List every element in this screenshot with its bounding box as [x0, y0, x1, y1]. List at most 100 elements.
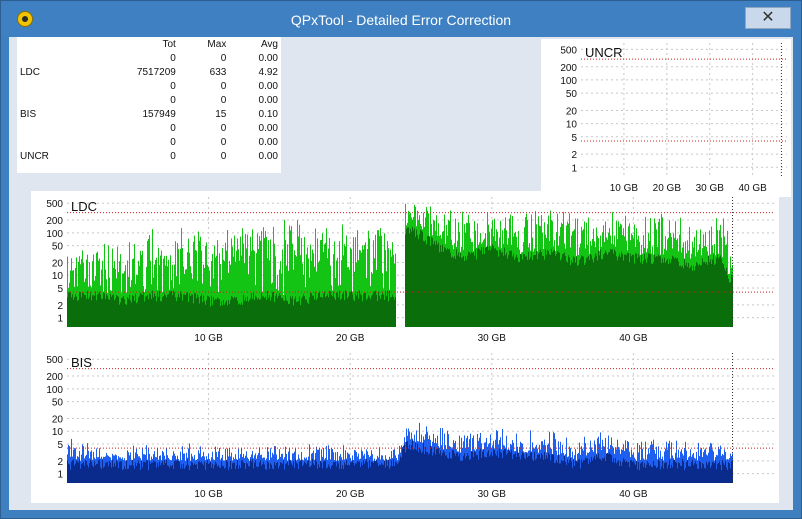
dark-bar [253, 468, 254, 483]
dark-bar [679, 463, 680, 483]
dark-bar [377, 300, 378, 327]
dark-bar [301, 298, 302, 327]
dark-bar [207, 459, 208, 483]
dark-bar [316, 461, 317, 483]
title-bar[interactable]: QPxTool - Detailed Error Correction ✕ [1, 1, 801, 37]
dark-bar [69, 292, 70, 327]
dark-bar [512, 459, 513, 483]
dark-bar [181, 464, 182, 483]
dark-bar [75, 463, 76, 483]
dark-bar [575, 262, 576, 327]
dark-bar [281, 298, 282, 327]
dark-bar [628, 462, 629, 483]
dark-bar [386, 460, 387, 483]
dark-bar [423, 240, 424, 327]
dark-bar [73, 459, 74, 483]
dark-bar [201, 294, 202, 327]
avg-value: 0.00 [258, 150, 278, 162]
dark-bar [366, 459, 367, 483]
dark-bar [166, 297, 167, 327]
dark-bar [322, 297, 323, 327]
dark-bar [693, 265, 694, 327]
dark-bar [684, 470, 685, 483]
dark-bar [329, 291, 330, 327]
dark-bar [587, 257, 588, 327]
dark-bar [659, 461, 660, 483]
dark-bar [701, 468, 702, 483]
dark-bar [186, 292, 187, 327]
dark-bar [567, 262, 568, 327]
dark-bar [641, 255, 642, 327]
dark-bar [444, 452, 445, 483]
dark-bar [500, 451, 501, 483]
dark-bar [645, 467, 646, 483]
dark-bar [441, 251, 442, 327]
dark-bar [526, 453, 527, 483]
dark-bar [696, 464, 697, 483]
dark-bar [229, 466, 230, 483]
dark-bar [362, 465, 363, 483]
dark-bar [242, 304, 243, 327]
dark-bar [481, 246, 482, 327]
dark-bar [632, 254, 633, 327]
row-label [17, 79, 88, 93]
dark-bar [407, 227, 408, 327]
dark-bar [108, 299, 109, 327]
dark-bar [67, 297, 68, 327]
dark-bar [441, 455, 442, 483]
dark-bar [98, 293, 99, 327]
dark-bar [260, 299, 261, 327]
dark-bar [514, 454, 515, 483]
dark-bar [677, 258, 678, 327]
dark-bar [539, 251, 540, 327]
dark-bar [722, 459, 723, 483]
dark-bar [674, 258, 675, 327]
dark-bar [161, 462, 162, 483]
dark-bar [716, 469, 717, 483]
dark-bar [293, 461, 294, 483]
dark-bar [511, 250, 512, 327]
dark-bar [395, 297, 396, 327]
dark-bar [201, 461, 202, 483]
dark-bar [167, 465, 168, 483]
dark-bar [225, 467, 226, 483]
dark-bar [323, 293, 324, 327]
dark-bar [220, 306, 221, 327]
dark-bar [266, 469, 267, 483]
dark-bar [165, 463, 166, 483]
dark-bar [447, 458, 448, 483]
dark-bar [469, 252, 470, 327]
dark-bar [289, 303, 290, 327]
dark-bar [265, 296, 266, 327]
dark-bar [617, 461, 618, 483]
dark-bar [147, 294, 148, 327]
dark-bar [561, 460, 562, 483]
dark-bar [697, 263, 698, 327]
dark-bar [183, 463, 184, 483]
dark-bar [563, 253, 564, 327]
close-button[interactable]: ✕ [745, 7, 791, 29]
dark-bar [99, 291, 100, 327]
dark-bar [262, 296, 263, 327]
dark-bar [564, 455, 565, 483]
dark-bar [695, 461, 696, 483]
dark-bar [163, 295, 164, 327]
dark-bar [499, 249, 500, 327]
dark-bar [623, 260, 624, 327]
dark-bar [347, 465, 348, 483]
dark-bar [592, 259, 593, 327]
dark-bar [236, 297, 237, 327]
dark-bar [498, 457, 499, 483]
dark-bar [257, 466, 258, 483]
dark-bar [245, 297, 246, 327]
dark-bar [262, 463, 263, 483]
dark-bar [709, 262, 710, 327]
dark-bar [469, 459, 470, 483]
dark-bar [310, 466, 311, 483]
dark-bar [317, 468, 318, 483]
avg-value: 0.00 [258, 80, 278, 92]
dark-bar [329, 466, 330, 483]
dark-bar [231, 296, 232, 327]
dark-bar [359, 461, 360, 483]
dark-bar [330, 291, 331, 327]
